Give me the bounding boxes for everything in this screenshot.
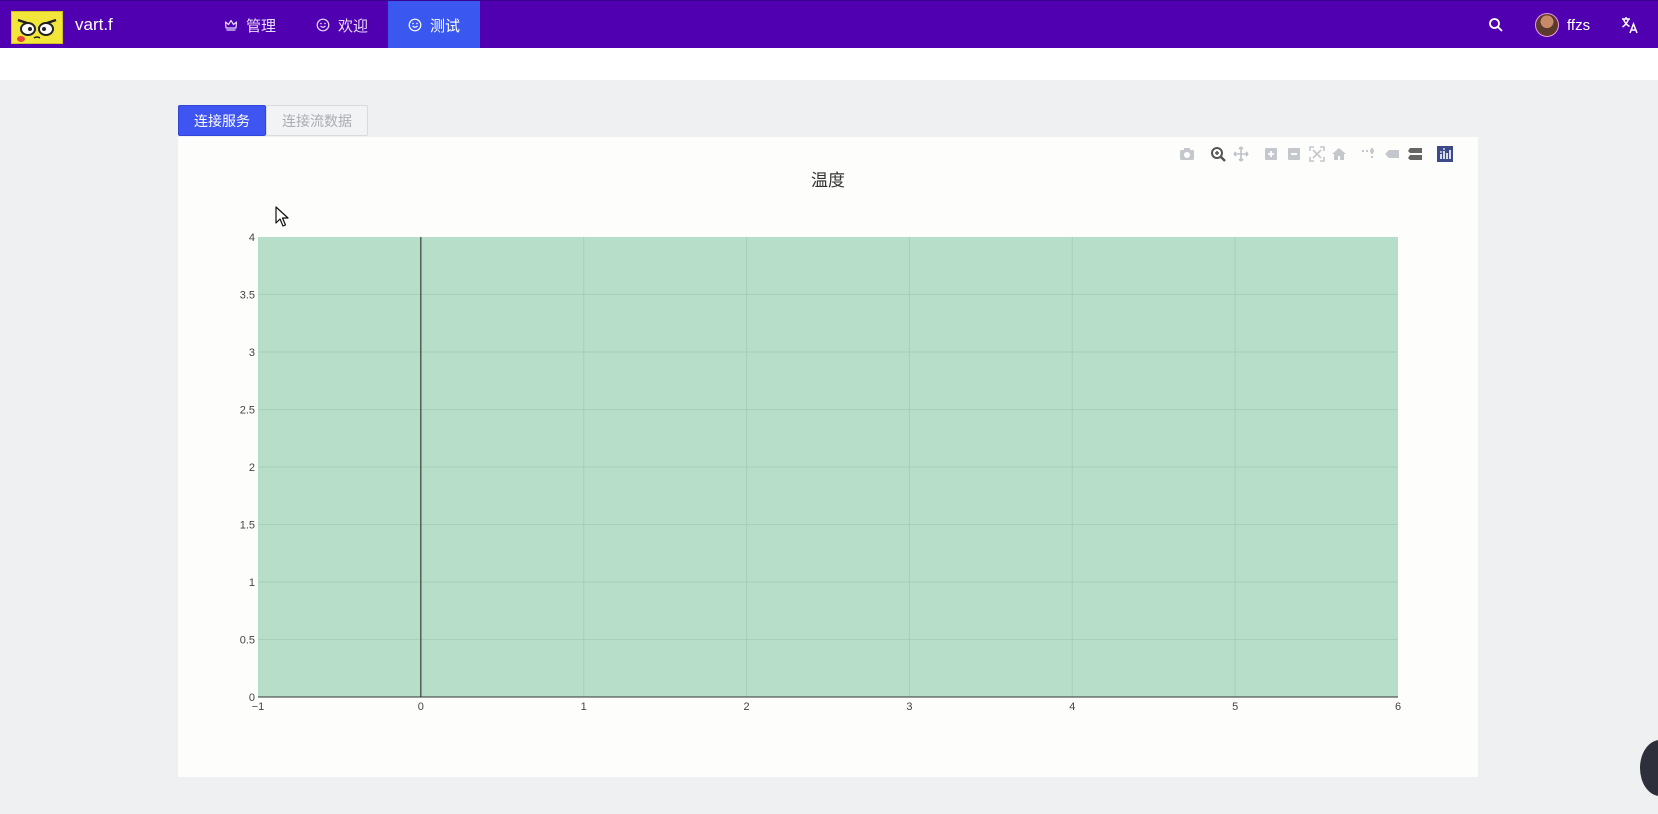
spike-lines-icon[interactable] [1360,145,1378,163]
autoscale-icon[interactable] [1308,145,1326,163]
y-tick-label: 3.5 [240,290,255,302]
hover-closest-icon[interactable] [1383,145,1401,163]
y-tick-label: 0 [249,692,255,704]
x-tick-label: 2 [744,701,750,713]
zoom-icon[interactable] [1209,145,1227,163]
connect-stream-button[interactable]: 连接流数据 [266,105,368,136]
sub-header [0,48,1658,80]
user-name: ffzs [1567,16,1591,34]
nav-item-welcome[interactable]: 欢迎 [296,1,388,49]
floating-action-button[interactable] [1640,740,1658,796]
chart-title: 温度 [811,171,845,190]
x-axis: −1 0 1 2 3 4 5 6 [252,701,1401,713]
crown-icon [224,19,238,31]
nav-item-label: 欢迎 [338,17,369,35]
smile-icon [408,18,422,32]
mouse-cursor [275,206,289,227]
zoom-out-icon[interactable] [1285,145,1303,163]
y-tick-label: 4 [249,232,255,244]
home-icon[interactable] [1330,145,1348,163]
x-tick-label: 1 [581,701,587,713]
smile-icon [316,18,330,32]
temperature-chart[interactable]: −1 0 1 2 3 4 5 6 00.511.522.533.54 温度 [178,137,1478,777]
user-menu[interactable]: ffzs [1535,13,1590,37]
translate-icon[interactable] [1620,15,1640,35]
search-icon[interactable] [1488,17,1504,33]
y-tick-label: 3 [249,347,255,359]
x-tick-label: 0 [418,701,424,713]
camera-icon[interactable] [1178,145,1196,163]
y-tick-label: 1.5 [240,520,255,532]
connect-service-button[interactable]: 连接服务 [178,105,266,136]
x-tick-label: 4 [1069,701,1075,713]
y-tick-label: 2.5 [240,405,255,417]
nav-item-label: 管理 [246,17,277,35]
chart-modebar [1178,145,1478,163]
zoom-in-icon[interactable] [1262,145,1280,163]
hover-compare-icon[interactable] [1406,145,1424,163]
chart-card: −1 0 1 2 3 4 5 6 0 0.5 1 1.5 2 2.5 3 3.5 4 温度 [178,137,1478,777]
avatar [1535,13,1559,37]
nav-item-manage[interactable]: 管理 [204,1,296,49]
y-tick-label: 2 [249,462,255,474]
plotly-logo-icon[interactable] [1436,145,1454,163]
y-tick-label: 1 [249,577,255,589]
x-tick-label: 3 [906,701,912,713]
top-navbar: vart.f 管理 欢迎 测试 ffzs [0,0,1658,49]
y-tick-label: 0.5 [240,635,255,647]
x-tick-label: 5 [1232,701,1238,713]
nav-item-label: 测试 [430,17,461,35]
x-tick-label: 6 [1395,701,1401,713]
pan-icon[interactable] [1232,145,1250,163]
nav-item-test[interactable]: 测试 [388,1,480,49]
y-axis: 0 0.5 1 1.5 2 2.5 3 3.5 4 [240,232,255,704]
app-logo[interactable] [11,11,63,44]
app-name[interactable]: vart.f [75,15,113,35]
